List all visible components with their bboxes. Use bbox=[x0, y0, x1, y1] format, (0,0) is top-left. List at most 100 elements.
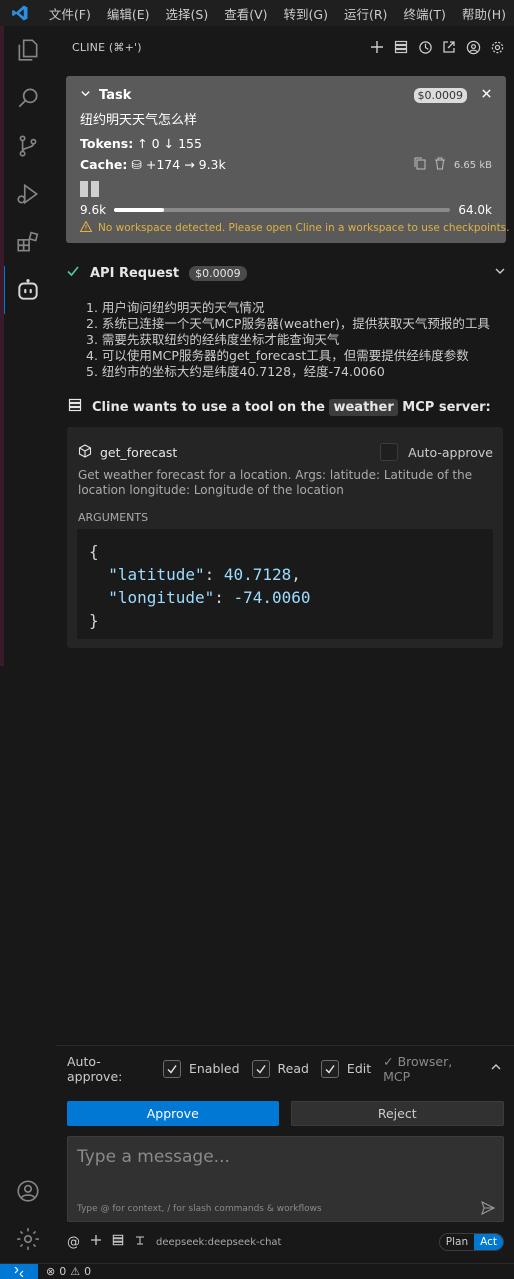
problems-indicator[interactable]: ⊗ 0 ⚠ 0 bbox=[38, 1265, 91, 1278]
api-request-row[interactable]: API Request $0.0009 bbox=[66, 262, 506, 284]
menu-file[interactable]: 文件(F) bbox=[41, 4, 99, 23]
act-mode[interactable]: Act bbox=[474, 1234, 503, 1250]
arguments-label: ARGUMENTS bbox=[78, 511, 149, 524]
at-mention-icon[interactable]: @ bbox=[67, 1235, 80, 1250]
message-placeholder: Type a message... bbox=[77, 1147, 230, 1167]
new-task-plus-icon[interactable] bbox=[368, 38, 386, 56]
chevron-up-icon[interactable] bbox=[490, 1061, 502, 1076]
trash-icon[interactable] bbox=[434, 157, 446, 173]
code-value-longitude: -74.0060 bbox=[233, 588, 311, 607]
tokens-row: Tokens: ↑ 0 ↓ 155 bbox=[80, 136, 492, 151]
cache-write: +174 bbox=[145, 157, 181, 172]
tool-name: get_forecast bbox=[100, 444, 178, 460]
menu-edit[interactable]: 编辑(E) bbox=[99, 4, 158, 23]
auto-approve-label: Auto-approve bbox=[408, 444, 493, 460]
account-icon[interactable] bbox=[0, 1167, 56, 1215]
close-task-icon[interactable] bbox=[481, 88, 492, 103]
window-edge bbox=[0, 26, 4, 666]
run-debug-icon[interactable] bbox=[0, 170, 56, 218]
auto-approve-bar-label: Auto-approve: bbox=[67, 1053, 123, 1084]
api-request-label: API Request bbox=[90, 265, 180, 281]
model-icon[interactable] bbox=[134, 1234, 146, 1250]
add-plus-icon[interactable] bbox=[90, 1234, 102, 1250]
cline-sidebar: CLINE (⌘+') Task $0.0009 纽约明天天气怎么样 Token… bbox=[56, 26, 514, 1263]
search-icon[interactable] bbox=[0, 74, 56, 122]
workspace-warning: No workspace detected. Please open Cline… bbox=[79, 220, 510, 235]
context-used: 9.6k bbox=[80, 203, 107, 217]
server-name-chip: weather bbox=[329, 398, 398, 416]
source-control-icon[interactable] bbox=[0, 122, 56, 170]
code-brace-open: { bbox=[89, 542, 99, 561]
reasoning-item: 5. 纽约市的坐标大约是纬度40.7128，经度-74.0060 bbox=[86, 364, 385, 379]
tokens-label: Tokens: bbox=[80, 136, 134, 151]
reject-button[interactable]: Reject bbox=[290, 1101, 504, 1126]
auto-approve-read[interactable]: Read bbox=[251, 1059, 309, 1078]
context-bars-icon bbox=[80, 181, 492, 197]
menu-run[interactable]: 运行(R) bbox=[336, 4, 395, 23]
popout-icon[interactable] bbox=[440, 38, 458, 56]
reasoning-item: 3. 需要先获取纽约的经纬度坐标才能查询天气 bbox=[86, 332, 340, 347]
check-icon[interactable] bbox=[162, 1059, 181, 1078]
menu-help[interactable]: 帮助(H) bbox=[454, 4, 514, 23]
task-header[interactable]: Task bbox=[80, 88, 131, 103]
menu-bar: 文件(F) 编辑(E) 选择(S) 查看(V) 转到(G) 运行(R) 终端(T… bbox=[0, 0, 514, 26]
reasoning-item: 4. 可以使用MCP服务器的get_forecast工具，但需要提供经纬度参数 bbox=[86, 348, 469, 363]
mcp-server-icon[interactable] bbox=[112, 1234, 124, 1250]
input-footer: @ deepseek:deepseek-chat Plan Act bbox=[67, 1231, 504, 1253]
vscode-logo-icon bbox=[0, 0, 41, 26]
reasoning-item: 1. 用户询问纽约明天的天气情况 bbox=[86, 300, 265, 315]
check-icon[interactable] bbox=[251, 1059, 270, 1078]
approve-button[interactable]: Approve bbox=[67, 1101, 279, 1126]
menu-terminal[interactable]: 终端(T) bbox=[395, 4, 453, 23]
sidebar-title: CLINE (⌘+') bbox=[72, 40, 142, 54]
task-cost-badge: $0.0009 bbox=[413, 87, 467, 103]
read-label: Read bbox=[277, 1061, 309, 1076]
warning-count: 0 bbox=[84, 1265, 92, 1278]
reasoning-item: 2. 系统已连接一个天气MCP服务器(weather)，提供获取天气预报的工具 bbox=[86, 316, 490, 331]
tool-auto-approve[interactable]: Auto-approve bbox=[380, 443, 493, 461]
explorer-icon[interactable] bbox=[0, 26, 56, 74]
plan-mode[interactable]: Plan bbox=[440, 1234, 474, 1250]
message-input[interactable]: Type a message... Type @ for context, / … bbox=[67, 1136, 504, 1222]
code-key-longitude: "longitude" bbox=[108, 588, 215, 607]
cache-label: Cache: bbox=[80, 157, 128, 172]
remote-indicator-icon[interactable] bbox=[0, 1263, 38, 1279]
cline-icon[interactable] bbox=[0, 266, 56, 314]
expand-chevron-icon[interactable] bbox=[494, 265, 506, 281]
plan-act-toggle[interactable]: Plan Act bbox=[438, 1233, 504, 1251]
task-size: 6.65 kB bbox=[453, 159, 492, 171]
auto-approve-more: ✓ Browser, MCP bbox=[383, 1053, 453, 1084]
error-icon: ⊗ bbox=[46, 1265, 56, 1278]
cache-read: → 9.3k bbox=[184, 157, 226, 172]
manage-gear-icon[interactable] bbox=[0, 1215, 56, 1263]
cube-icon bbox=[78, 443, 92, 461]
server-icon bbox=[68, 398, 82, 416]
auto-approve-edit[interactable]: Edit bbox=[320, 1059, 371, 1078]
mcp-servers-icon[interactable] bbox=[392, 38, 410, 56]
action-buttons: Approve Reject bbox=[67, 1101, 504, 1126]
activity-bar bbox=[0, 26, 56, 1263]
task-question: 纽约明天天气怎么样 bbox=[80, 113, 198, 128]
task-title: Task bbox=[99, 87, 132, 103]
tool-request-heading: Cline wants to use a tool on the weather… bbox=[68, 398, 508, 416]
auto-approve-enabled[interactable]: Enabled bbox=[162, 1059, 240, 1078]
menu-go[interactable]: 转到(G) bbox=[276, 4, 336, 23]
code-brace-close: } bbox=[89, 611, 99, 630]
send-icon[interactable] bbox=[481, 1200, 496, 1219]
check-icon[interactable] bbox=[320, 1059, 339, 1078]
context-window-row: 9.6k 64.0k bbox=[80, 203, 492, 217]
chevron-down-icon[interactable] bbox=[80, 88, 91, 103]
auto-approve-checkbox[interactable] bbox=[380, 443, 399, 461]
model-selector[interactable]: deepseek:deepseek-chat bbox=[156, 1237, 281, 1248]
menu-selection[interactable]: 选择(S) bbox=[158, 4, 217, 23]
warning-text: No workspace detected. Please open Cline… bbox=[98, 222, 510, 234]
history-icon[interactable] bbox=[416, 38, 434, 56]
menu-view[interactable]: 查看(V) bbox=[216, 4, 275, 23]
account-circle-icon[interactable] bbox=[464, 38, 482, 56]
arguments-code-block: { "latitude": 40.7128, "longitude": -74.… bbox=[77, 529, 493, 639]
settings-gear-icon[interactable] bbox=[488, 38, 506, 56]
copy-icon[interactable] bbox=[414, 157, 426, 173]
tool-heading-pre: Cline wants to use a tool on the bbox=[92, 399, 325, 415]
code-key-latitude: "latitude" bbox=[108, 565, 205, 584]
extensions-icon[interactable] bbox=[0, 218, 56, 266]
